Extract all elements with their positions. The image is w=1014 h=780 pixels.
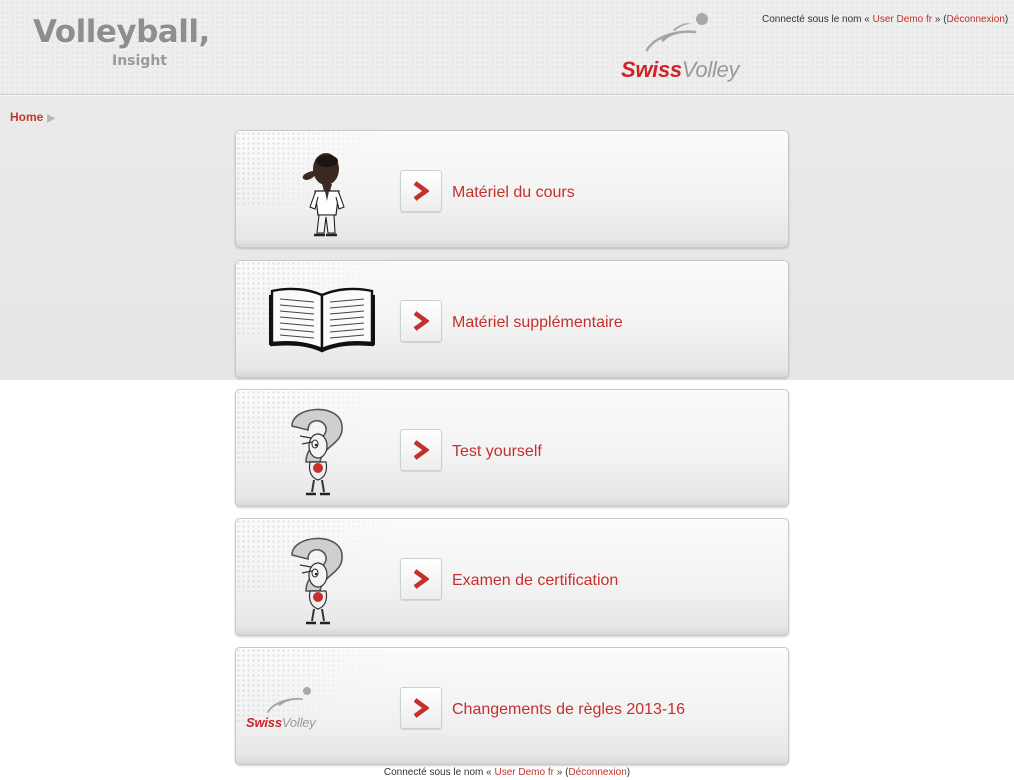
- open-book-icon: [269, 287, 375, 353]
- logo-text-volley: Volley: [681, 57, 740, 82]
- card-label[interactable]: Matériel supplémentaire: [452, 314, 623, 332]
- logo-text-swiss: Swiss: [246, 715, 282, 730]
- question-mark-character-icon: [291, 537, 343, 625]
- teacher-icon: [302, 153, 345, 237]
- card-label[interactable]: Test yourself: [452, 443, 542, 461]
- logo-text-swiss: Swiss: [621, 57, 682, 82]
- login-suffix: ): [1004, 14, 1009, 25]
- open-button[interactable]: [400, 170, 442, 212]
- chevron-right-icon: [413, 311, 429, 331]
- site-header: Volleyball, Insight SwissVolley Connecté…: [0, 0, 1014, 95]
- menu-card-rule-changes[interactable]: SwissVolley Changements de règles 2013-1…: [235, 647, 789, 765]
- login-prefix: Connecté sous le nom «: [383, 767, 495, 778]
- swiss-volley-logo-icon: [267, 687, 311, 713]
- footer-login-status: Connecté sous le nom « User Demo fr » (D…: [0, 767, 1014, 778]
- breadcrumb: Home ▶: [10, 110, 55, 124]
- chevron-right-icon: [413, 698, 429, 718]
- open-button[interactable]: [400, 300, 442, 342]
- menu-card-supplementary-material[interactable]: Matériel supplémentaire: [235, 260, 789, 378]
- logo-text-volley: Volley: [281, 715, 316, 730]
- swiss-volley-logo-icon: [645, 13, 708, 52]
- chevron-right-icon: [413, 181, 429, 201]
- open-button[interactable]: [400, 558, 442, 600]
- brand-subtitle: Insight: [112, 53, 167, 69]
- user-name-link[interactable]: User Demo fr: [873, 14, 932, 25]
- menu-card-course-material[interactable]: Matériel du cours: [235, 130, 789, 248]
- open-button[interactable]: [400, 687, 442, 729]
- question-mark-character-icon: [291, 408, 343, 496]
- login-mid: » (: [553, 767, 569, 778]
- login-prefix: Connecté sous le nom «: [762, 14, 873, 25]
- swiss-volley-logo-text: SwissVolley: [246, 715, 316, 730]
- swiss-volley-logo-text[interactable]: SwissVolley: [621, 57, 739, 83]
- brand-title[interactable]: Volleyball,: [33, 14, 210, 50]
- card-label[interactable]: Matériel du cours: [452, 184, 575, 202]
- login-status: Connecté sous le nom « User Demo fr » (D…: [762, 14, 1014, 25]
- menu-card-test-yourself[interactable]: Test yourself: [235, 389, 789, 507]
- breadcrumb-separator-icon: ▶: [47, 113, 56, 124]
- chevron-right-icon: [413, 440, 429, 460]
- card-label[interactable]: Examen de certification: [452, 572, 618, 590]
- user-name-link[interactable]: User Demo fr: [495, 767, 554, 778]
- login-suffix: ): [626, 767, 631, 778]
- logout-link[interactable]: Déconnexion: [568, 767, 626, 778]
- card-label[interactable]: Changements de règles 2013-16: [452, 701, 685, 719]
- login-mid: » (: [932, 14, 947, 25]
- logout-link[interactable]: Déconnexion: [947, 14, 1005, 25]
- open-button[interactable]: [400, 429, 442, 471]
- chevron-right-icon: [413, 569, 429, 589]
- breadcrumb-home-link[interactable]: Home: [10, 110, 43, 124]
- menu-card-certification-exam[interactable]: Examen de certification: [235, 518, 789, 636]
